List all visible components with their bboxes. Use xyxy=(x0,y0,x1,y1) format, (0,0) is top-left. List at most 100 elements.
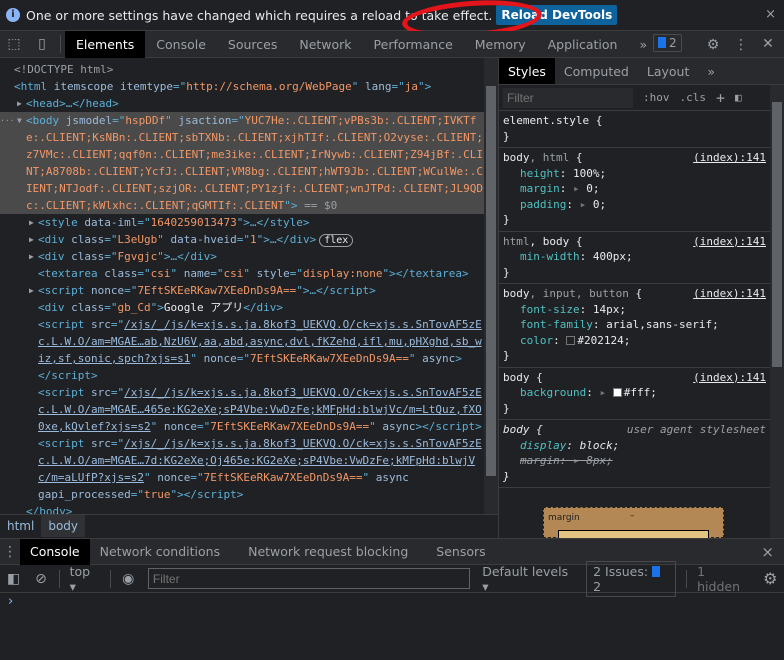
link[interactable]: c.L.W.O/am=MGAE…7d:KG2eXe;Oj465e:KG2eXe;… xyxy=(38,454,475,467)
styles-filter-input[interactable] xyxy=(503,87,633,108)
rule-source[interactable]: (index):141 xyxy=(693,370,766,386)
style-property[interactable]: font-size: 14px; xyxy=(503,302,766,318)
property-name[interactable]: font-family xyxy=(520,318,593,331)
tab-memory[interactable]: Memory xyxy=(464,31,537,58)
dom-node-line[interactable]: c.L.W.O/am=MGAE…7d:KG2eXe;Oj465e:KG2eXe;… xyxy=(0,452,484,469)
dom-node-line[interactable]: 0xe,kQvlef?xjs=s2" nonce="7EftSKEeRKaw7X… xyxy=(0,418,484,435)
settings-icon[interactable]: ⚙ xyxy=(699,37,727,53)
dom-node-line[interactable]: ▶ <div class="L3eUgb" data-hveid="1">…</d… xyxy=(0,231,484,248)
property-name[interactable]: margin xyxy=(520,454,560,467)
dom-node-line[interactable]: <script src="/xjs/_/js/k=xjs.s.ja.8kof3_… xyxy=(0,384,484,401)
eye-icon[interactable]: ◉ xyxy=(115,571,142,587)
link[interactable]: iz,sf,sonic,spch?xjs=s1 xyxy=(38,352,190,365)
dom-node-line[interactable]: c.L.W.O/am=MGAE…465e:KG2eXe;sP4Vbe:VwDzF… xyxy=(0,401,484,418)
style-property[interactable]: font-family: arial,sans-serif; xyxy=(503,317,766,333)
property-value[interactable]: 100%; xyxy=(573,167,606,180)
context-select[interactable]: top ▾ xyxy=(64,564,106,594)
property-value[interactable]: arial,sans-serif; xyxy=(606,318,719,331)
issues-button[interactable]: 2 xyxy=(653,34,682,52)
property-name[interactable]: min-width xyxy=(520,250,580,263)
color-swatch[interactable] xyxy=(612,388,622,397)
dom-node-line[interactable]: c.L.W.O/am=MGAE…ab,NzU6V,aa,abd,async,dv… xyxy=(0,333,484,350)
property-name[interactable]: margin xyxy=(520,182,560,195)
dom-node-line[interactable]: iz,sf,sonic,spch?xjs=s1" nonce="7EftSKEe… xyxy=(0,350,484,367)
style-property[interactable]: display: block; xyxy=(503,438,766,454)
expand-icon[interactable]: ▸ xyxy=(573,454,586,467)
style-property[interactable]: height: 100%; xyxy=(503,166,766,182)
dom-node-line[interactable]: <script src="/xjs/_/js/k=xjs.s.ja.8kof3_… xyxy=(0,435,484,452)
property-name[interactable]: display xyxy=(520,439,566,452)
log-levels-select[interactable]: Default levels ▾ xyxy=(476,564,582,594)
close-icon[interactable]: ✕ xyxy=(754,36,782,52)
property-name[interactable]: padding xyxy=(520,198,566,211)
styles-scroll-thumb[interactable] xyxy=(772,102,782,367)
property-value[interactable]: #fff; xyxy=(624,386,657,399)
style-property[interactable]: margin: ▸ 0; xyxy=(503,181,766,197)
expand-right-icon[interactable]: ▶ xyxy=(29,214,34,231)
tab-styles[interactable]: Styles xyxy=(499,58,555,84)
console-filter-input[interactable] xyxy=(147,568,471,589)
tab-console[interactable]: Console xyxy=(145,31,217,58)
dom-tree[interactable]: <!DOCTYPE html> <html itemscope itemtype=… xyxy=(0,58,484,514)
dom-node-line[interactable]: NT;A8708b:.CLIENT;YcfJ:.CLIENT;VM8bg:.CL… xyxy=(0,163,484,180)
tab-elements[interactable]: Elements xyxy=(65,30,146,58)
ellipsis-icon[interactable]: ··· xyxy=(0,112,14,129)
dom-node-line[interactable]: e:.CLIENT;KsNBn:.CLIENT;sbTXNb:.CLIENT;x… xyxy=(0,129,484,146)
dom-node-line[interactable]: <html itemscope itemtype="http://schema.… xyxy=(0,78,484,95)
tab-network[interactable]: Network xyxy=(288,31,362,58)
property-name[interactable]: height xyxy=(520,167,560,180)
console-settings-icon[interactable]: ⚙ xyxy=(757,569,784,588)
breadcrumb-html[interactable]: html xyxy=(0,515,41,537)
dom-node-line[interactable]: <!DOCTYPE html> xyxy=(0,61,484,78)
dom-node-line[interactable]: c/m=aLUfP?xjs=s2" nonce="7EftSKEeRKaw7XE… xyxy=(0,469,484,486)
link[interactable]: /xjs/_/js/k=xjs.s.ja.8kof3_UEKVQ.O/ck=xj… xyxy=(124,318,482,331)
drawer-tab-console[interactable]: Console xyxy=(20,538,90,565)
more-style-tabs[interactable]: » xyxy=(698,58,724,84)
dom-tree-scroll-thumb[interactable] xyxy=(486,86,496,476)
style-property[interactable]: padding: ▸ 0; xyxy=(503,197,766,213)
property-value[interactable]: #202124; xyxy=(577,334,630,347)
dom-node-line[interactable]: <div class="gb_Cd">Google アプリ</div> xyxy=(0,299,484,316)
dom-node-line[interactable]: <textarea class="csi" name="csi" style="… xyxy=(0,265,484,282)
dom-node-line[interactable]: <script src="/xjs/_/js/k=xjs.s.ja.8kof3_… xyxy=(0,316,484,333)
property-name[interactable]: color xyxy=(520,334,553,347)
expand-down-icon[interactable]: ▼ xyxy=(17,112,22,129)
property-value[interactable]: 400px; xyxy=(593,250,633,263)
tab-sources[interactable]: Sources xyxy=(217,31,288,58)
drawer-tab-sensors[interactable]: Sensors xyxy=(426,539,495,565)
console-issues-button[interactable]: 2 Issues: 2 xyxy=(586,560,677,597)
property-value[interactable]: 0; xyxy=(593,198,606,211)
property-value[interactable]: 8px; xyxy=(586,454,613,467)
expand-right-icon[interactable]: ▶ xyxy=(17,95,22,112)
property-value[interactable]: 14px; xyxy=(593,303,626,316)
dom-node-line[interactable]: ▼ ··· <body jsmodel="hspDDf" jsaction="YUC… xyxy=(0,112,484,129)
expand-icon[interactable]: ▸ xyxy=(573,182,586,195)
link[interactable]: 0xe,kQvlef?xjs=s2 xyxy=(38,420,151,433)
dom-node-line[interactable]: ▶ <script nonce="7EftSKEeRKaw7XEeDnDs9A==… xyxy=(0,282,484,299)
style-property[interactable]: color: #202124; xyxy=(503,333,766,349)
cls-button[interactable]: .cls xyxy=(680,91,707,104)
drawer-menu-icon[interactable]: ⋮ xyxy=(0,544,20,560)
tab-application[interactable]: Application xyxy=(537,31,629,58)
toggle-sidebar-icon[interactable]: ◧ xyxy=(735,91,742,104)
rule-source[interactable]: (index):141 xyxy=(693,286,766,302)
expand-icon[interactable]: ▸ xyxy=(599,386,612,399)
property-name[interactable]: background xyxy=(520,386,586,399)
dom-node-line[interactable]: ▶ <style data-iml="1640259013473">…</styl… xyxy=(0,214,484,231)
infobar-close-icon[interactable]: × xyxy=(765,7,776,22)
inspect-icon[interactable]: ⬚ xyxy=(0,36,28,52)
link[interactable]: c.L.W.O/am=MGAE…ab,NzU6V,aa,abd,async,dv… xyxy=(38,335,482,348)
dom-node-line[interactable]: IENT;NTJodf:.CLIENT;szjOR:.CLIENT;PY1zjf… xyxy=(0,180,484,197)
dom-node-line[interactable]: z7VMc:.CLIENT;qqf0n:.CLIENT;me3ike:.CLIE… xyxy=(0,146,484,163)
dom-node-line[interactable]: </body> xyxy=(0,503,484,514)
rule-source[interactable]: (index):141 xyxy=(693,150,766,166)
more-vert-icon[interactable]: ⋮ xyxy=(727,37,755,53)
style-property[interactable]: min-width: 400px; xyxy=(503,249,766,265)
color-swatch[interactable] xyxy=(566,335,576,345)
link[interactable]: c/m=aLUfP?xjs=s2 xyxy=(38,471,144,484)
clear-console-icon[interactable]: ⊘ xyxy=(27,571,54,587)
sidebar-toggle-icon[interactable]: ◧ xyxy=(0,571,27,587)
dom-node-line[interactable]: gapi_processed="true"></script> xyxy=(0,486,484,503)
drawer-tab-network-request-blocking[interactable]: Network request blocking xyxy=(238,539,418,565)
link[interactable]: /xjs/_/js/k=xjs.s.ja.8kof3_UEKVQ.O/ck=xj… xyxy=(124,437,482,450)
